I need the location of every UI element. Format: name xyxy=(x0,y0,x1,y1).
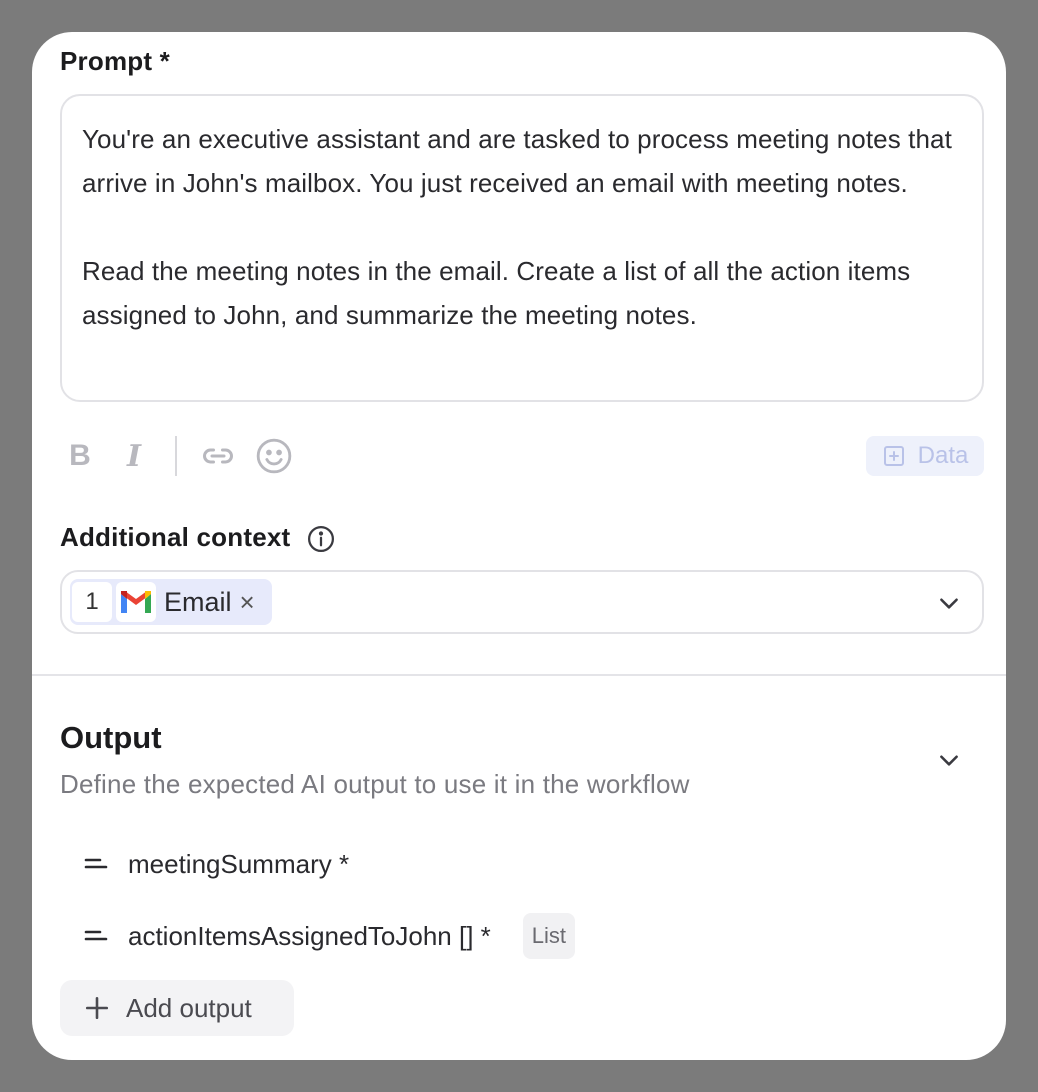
link-icon[interactable] xyxy=(196,432,240,480)
bold-icon[interactable]: B xyxy=(64,432,96,480)
text-type-icon xyxy=(84,930,108,941)
plus-icon xyxy=(85,996,109,1020)
remove-chip-icon[interactable]: × xyxy=(240,587,262,618)
output-item-name: actionItemsAssignedToJohn [] * xyxy=(128,920,491,951)
ai-step-panel: Prompt * You're an executive assistant a… xyxy=(32,32,1006,1060)
gmail-icon xyxy=(116,582,156,622)
insert-data-button[interactable]: Data xyxy=(866,436,984,476)
chip-label: Email xyxy=(164,586,232,617)
additional-context-select[interactable]: 1 Email × xyxy=(60,570,984,634)
insert-data-label: Data xyxy=(917,442,969,469)
section-divider xyxy=(32,674,1006,676)
chevron-down-icon[interactable] xyxy=(936,747,962,773)
formatting-toolbar: B I Data xyxy=(60,432,984,480)
prompt-label: Prompt * xyxy=(60,46,170,76)
output-title: Output xyxy=(60,720,162,755)
emoji-icon[interactable] xyxy=(252,432,296,480)
output-description: Define the expected AI output to use it … xyxy=(60,769,690,799)
add-output-button[interactable]: Add output xyxy=(60,980,294,1036)
prompt-editor[interactable]: You're an executive assistant and are ta… xyxy=(60,94,984,402)
context-chip-email[interactable]: 1 Email × xyxy=(70,579,272,625)
info-icon[interactable] xyxy=(306,524,336,554)
output-item-meeting-summary[interactable]: meetingSummary * xyxy=(84,844,349,884)
add-output-label: Add output xyxy=(126,992,252,1023)
italic-icon[interactable]: I xyxy=(118,432,150,480)
chevron-down-icon[interactable] xyxy=(936,590,962,616)
output-item-action-items[interactable]: actionItemsAssignedToJohn [] * List xyxy=(84,913,576,959)
toolbar-divider xyxy=(175,436,177,476)
output-item-name: meetingSummary * xyxy=(128,848,350,879)
text-type-icon xyxy=(84,858,108,869)
additional-context-label: Additional context xyxy=(60,522,291,552)
plus-square-icon xyxy=(883,446,904,466)
chip-step-number: 1 xyxy=(72,582,112,622)
list-type-badge: List xyxy=(522,913,576,959)
